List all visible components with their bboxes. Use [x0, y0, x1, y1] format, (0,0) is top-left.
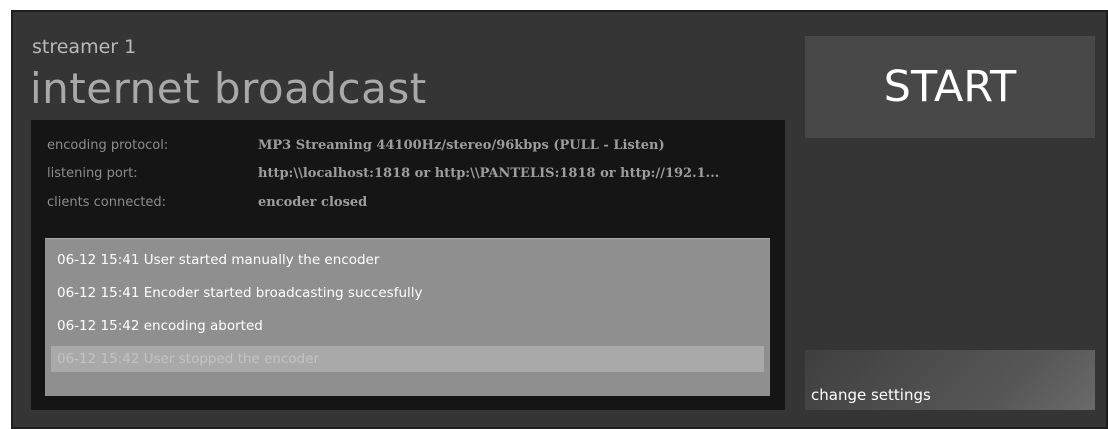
- clients-connected-value: encoder closed: [258, 195, 368, 210]
- log-entry-selected[interactable]: 06-12 15:42 User stopped the encoder: [51, 346, 764, 372]
- log-entry[interactable]: 06-12 15:42 encoding aborted: [51, 313, 764, 339]
- encoding-protocol-value: MP3 Streaming 44100Hz/stereo/96kbps (PUL…: [258, 138, 665, 153]
- log-entry[interactable]: 06-12 15:41 User started manually the en…: [51, 247, 764, 273]
- log-entry[interactable]: 06-12 15:41 Encoder started broadcasting…: [51, 280, 764, 306]
- info-panel: encoding protocol: MP3 Streaming 44100Hz…: [31, 120, 785, 410]
- streamer-name: streamer 1: [32, 36, 137, 58]
- clients-connected-label: clients connected:: [47, 195, 167, 210]
- info-row-listening-port: listening port: http:\\localhost:1818 or…: [47, 166, 777, 188]
- change-settings-button[interactable]: change settings: [805, 350, 1095, 410]
- info-row-clients-connected: clients connected: encoder closed: [47, 195, 777, 217]
- start-button[interactable]: START: [805, 36, 1095, 138]
- info-row-encoding-protocol: encoding protocol: MP3 Streaming 44100Hz…: [47, 138, 777, 160]
- change-settings-label: change settings: [811, 386, 931, 404]
- listening-port-label: listening port:: [47, 166, 138, 181]
- event-log-list[interactable]: 06-12 15:41 User started manually the en…: [45, 238, 770, 396]
- page-title: internet broadcast: [30, 64, 427, 113]
- encoding-protocol-label: encoding protocol:: [47, 138, 169, 153]
- listening-port-value: http:\\localhost:1818 or http:\\PANTELIS…: [258, 166, 720, 181]
